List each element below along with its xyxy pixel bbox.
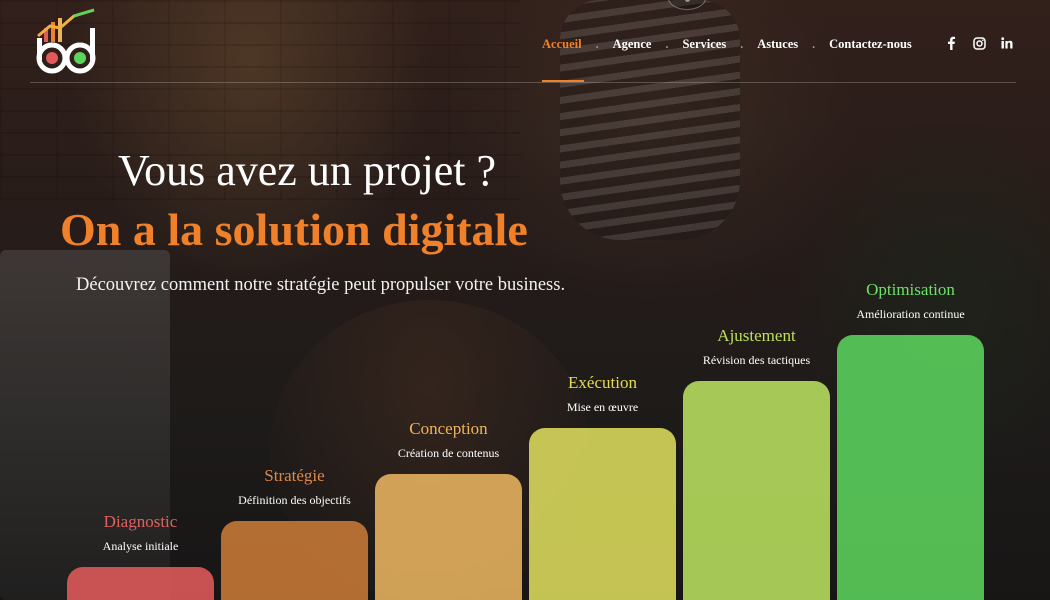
nav-separator: .	[740, 37, 744, 51]
step-description: Amélioration continue	[856, 306, 965, 321]
nav-separator: .	[595, 37, 599, 51]
main-nav: Accueil . Agence . Services . Astuces . …	[542, 37, 912, 82]
step-name: Exécution	[568, 372, 637, 392]
linkedin-icon[interactable]	[1000, 36, 1014, 50]
step-name: Conception	[409, 419, 488, 438]
step-name: Ajustement	[717, 326, 796, 345]
site-logo[interactable]	[32, 8, 104, 76]
nav-separator: .	[812, 37, 816, 51]
step-4: Ajustement Révision des tactiques	[683, 326, 830, 368]
step-description: Révision des tactiques	[702, 353, 811, 367]
step-bar	[683, 381, 830, 600]
step-description: Création de contenus	[397, 446, 500, 460]
step-name: Stratégie	[264, 465, 325, 485]
step-description: Mise en œuvre	[566, 399, 639, 414]
step-bar	[529, 427, 676, 600]
hero-subtitle: Découvrez comment notre stratégie peut p…	[76, 275, 566, 295]
step-0: Diagnostic Analyse initiale	[67, 512, 214, 554]
header-divider	[30, 82, 1016, 83]
step-description: Définition des objectifs	[238, 492, 351, 507]
step-bar	[837, 334, 984, 600]
step-name: Diagnostic	[103, 512, 178, 531]
step-name: Optimisation	[866, 279, 955, 299]
nav-item-services[interactable]: Services	[682, 37, 726, 52]
hero-title-line-2: On a la solution digitale	[60, 204, 528, 255]
step-5: Optimisation Amélioration continue	[837, 280, 984, 322]
step-1: Stratégie Définition des objectifs	[221, 466, 368, 508]
instagram-icon[interactable]	[972, 36, 986, 50]
nav-item-contactez-nous[interactable]: Contactez-nous	[829, 37, 912, 52]
step-bar	[67, 567, 214, 600]
social-links	[944, 36, 1014, 50]
nav-item-agence[interactable]: Agence	[613, 37, 652, 52]
nav-item-accueil[interactable]: Accueil	[542, 37, 584, 82]
step-bar	[221, 520, 368, 600]
step-3: Exécution Mise en œuvre	[529, 373, 676, 415]
hero-title-line-1: Vous avez un projet ?	[118, 146, 496, 195]
step-2: Conception Création de contenus	[375, 419, 522, 461]
facebook-icon[interactable]	[944, 36, 958, 50]
nav-item-astuces[interactable]: Astuces	[757, 37, 798, 52]
nav-separator: .	[665, 37, 669, 51]
step-description: Analyse initiale	[102, 539, 179, 553]
step-bar	[375, 474, 522, 600]
